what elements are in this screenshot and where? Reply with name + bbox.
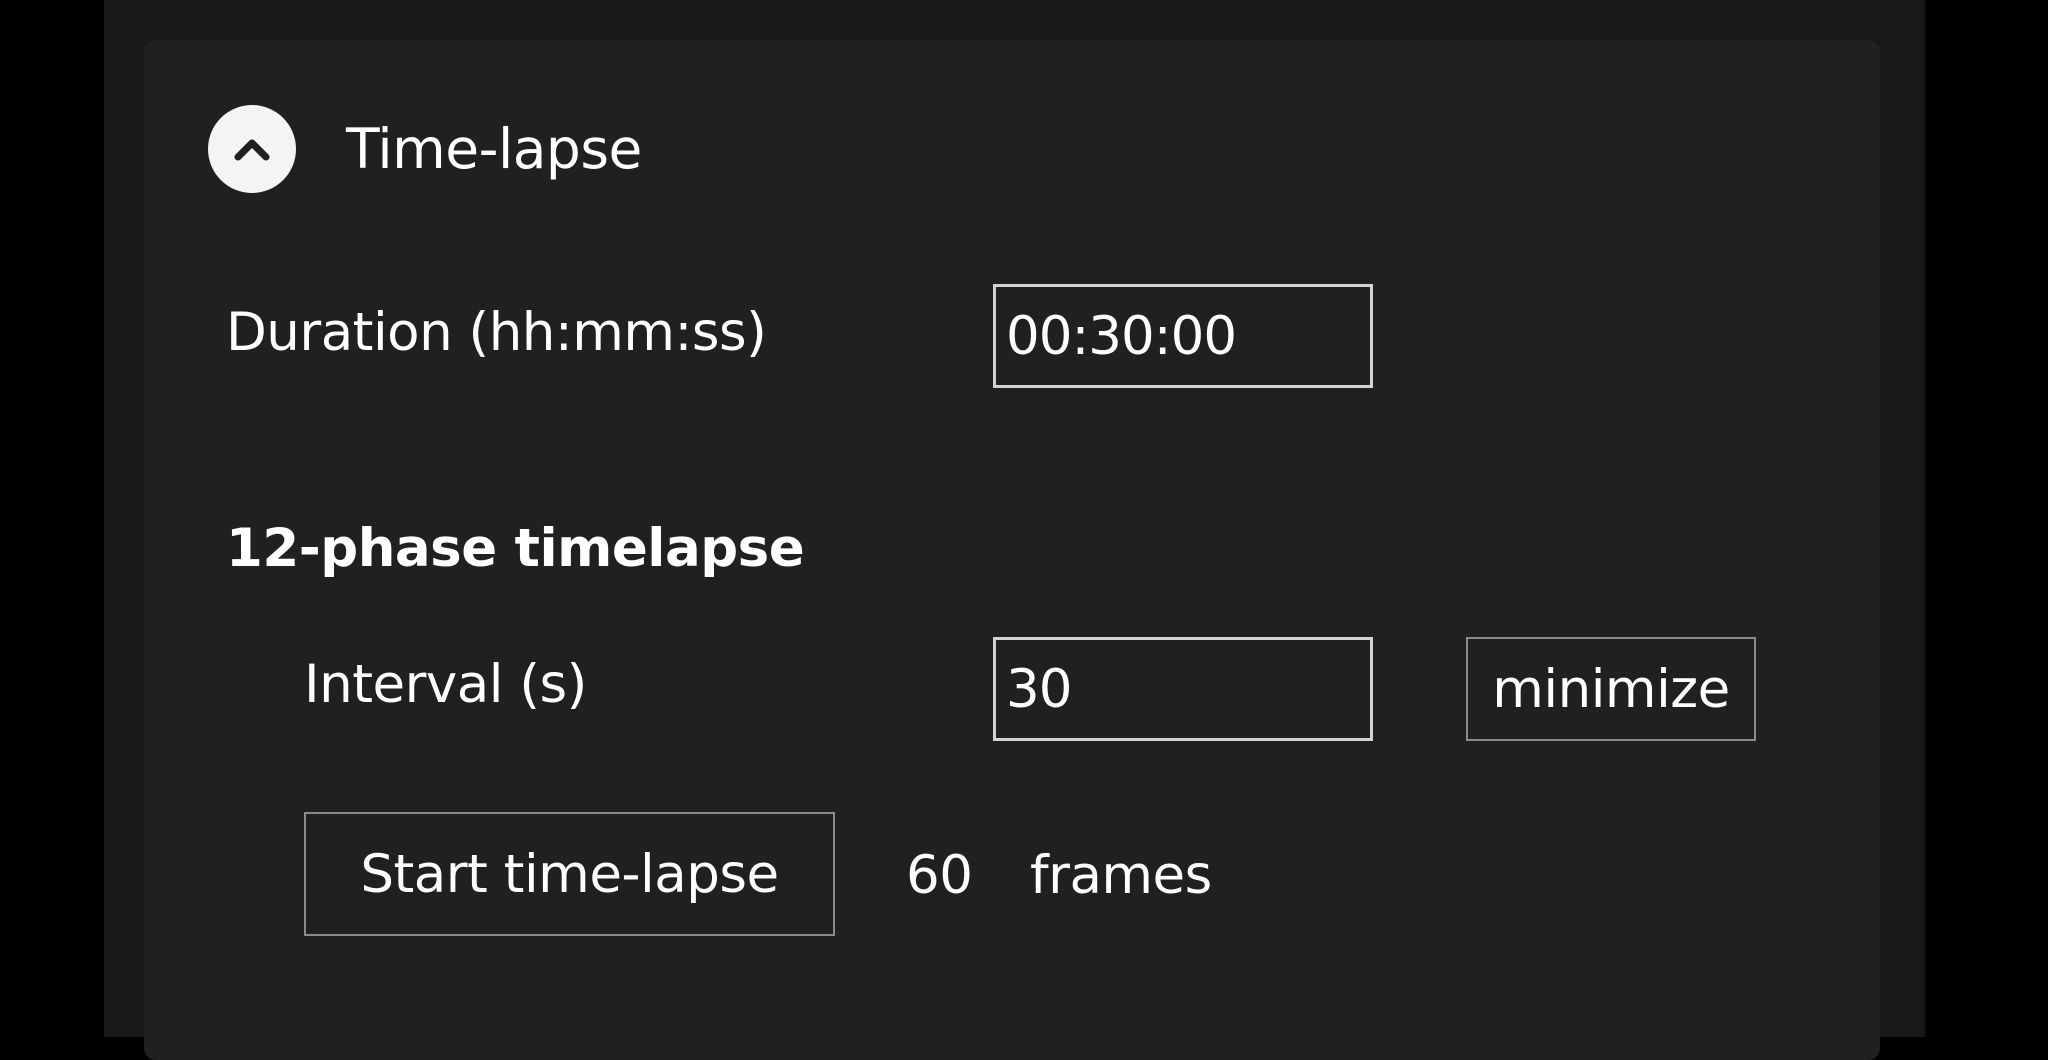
frames-label: frames bbox=[1030, 845, 1212, 906]
frame-count: 60 bbox=[906, 845, 973, 906]
duration-input[interactable] bbox=[993, 284, 1373, 388]
section-title: Time-lapse bbox=[346, 117, 642, 181]
interval-input[interactable] bbox=[993, 637, 1373, 741]
minimize-button[interactable]: minimize bbox=[1466, 637, 1756, 741]
timelapse-panel: Time-lapse Duration (hh:mm:ss) 12-phase … bbox=[144, 40, 1880, 1060]
start-timelapse-button[interactable]: Start time-lapse bbox=[304, 812, 835, 936]
collapse-button[interactable] bbox=[208, 105, 296, 193]
duration-label: Duration (hh:mm:ss) bbox=[226, 302, 767, 363]
app-window: Time-lapse Duration (hh:mm:ss) 12-phase … bbox=[104, 0, 1926, 1060]
phase-heading: 12-phase timelapse bbox=[226, 518, 805, 579]
chevron-up-icon bbox=[234, 139, 270, 161]
interval-label: Interval (s) bbox=[304, 654, 587, 715]
timelapse-section-header[interactable]: Time-lapse bbox=[208, 102, 642, 196]
